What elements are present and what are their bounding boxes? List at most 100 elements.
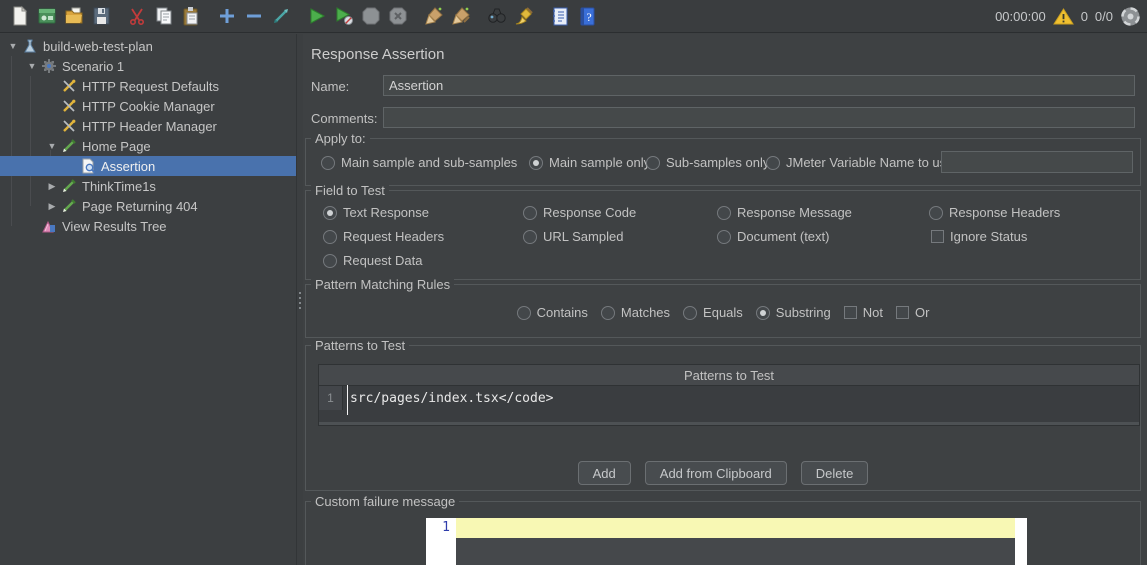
radio-document-text[interactable]: Document (text)	[717, 229, 829, 244]
function-helper-icon[interactable]	[546, 3, 573, 29]
chevron-down-icon[interactable]: ▼	[43, 141, 61, 151]
radio-sub-samples-only[interactable]: Sub-samples only	[646, 155, 769, 170]
radio-url-sampled[interactable]: URL Sampled	[523, 229, 623, 244]
radio-response-message[interactable]: Response Message	[717, 205, 852, 220]
jmeter-variable-name-input[interactable]	[941, 151, 1133, 173]
radio-matches[interactable]: Matches	[601, 305, 670, 320]
editor-text-area[interactable]	[456, 518, 1015, 565]
radio-label: Sub-samples only	[666, 155, 769, 170]
table-scrollbar[interactable]	[319, 422, 1139, 425]
search-icon[interactable]	[483, 3, 510, 29]
tree-item-http-request-defaults[interactable]: HTTP Request Defaults	[0, 76, 296, 96]
tree-item-build-web-test-plan[interactable]: ▼ build-web-test-plan	[0, 36, 296, 56]
chevron-down-icon[interactable]: ▼	[23, 61, 41, 71]
paste-icon[interactable]	[177, 3, 204, 29]
delete-button[interactable]: Delete	[801, 461, 869, 485]
radio-icon[interactable]	[323, 230, 337, 244]
radio-icon[interactable]	[601, 306, 615, 320]
open-file-icon[interactable]	[60, 3, 87, 29]
radio-request-data[interactable]: Request Data	[323, 253, 423, 268]
toggle-icon[interactable]	[267, 3, 294, 29]
save-icon[interactable]	[87, 3, 114, 29]
chevron-right-icon[interactable]: ▶	[43, 201, 61, 212]
tree-item-thinktime1s[interactable]: ▶ ThinkTime1s	[0, 176, 296, 196]
stop-icon[interactable]	[357, 3, 384, 29]
tree-item-label: Assertion	[98, 159, 155, 174]
apply-to-title: Apply to:	[311, 131, 370, 146]
split-pane-divider[interactable]	[296, 34, 303, 565]
checkbox-or[interactable]: Or	[896, 305, 929, 320]
tree-item-http-cookie-manager[interactable]: HTTP Cookie Manager	[0, 96, 296, 116]
radio-response-code[interactable]: Response Code	[523, 205, 636, 220]
radio-icon[interactable]	[717, 206, 731, 220]
radio-contains[interactable]: Contains	[517, 305, 588, 320]
radio-icon[interactable]	[646, 156, 660, 170]
cut-icon[interactable]	[123, 3, 150, 29]
expand-all-icon[interactable]	[213, 3, 240, 29]
radio-icon[interactable]	[683, 306, 697, 320]
clear-icon[interactable]	[420, 3, 447, 29]
radio-equals[interactable]: Equals	[683, 305, 743, 320]
pattern-row[interactable]: 1 src/pages/index.tsx</code>	[319, 386, 1139, 410]
divider-grip[interactable]	[299, 292, 301, 309]
radio-label: URL Sampled	[543, 229, 623, 244]
pattern-cell[interactable]: src/pages/index.tsx</code>	[343, 386, 1139, 410]
checkbox-icon[interactable]	[896, 306, 909, 319]
radio-icon[interactable]	[323, 206, 337, 220]
clear-all-icon[interactable]	[447, 3, 474, 29]
add-button[interactable]: Add	[578, 461, 631, 485]
help-icon[interactable]: ?	[573, 3, 600, 29]
tree-item-label: HTTP Request Defaults	[79, 79, 219, 94]
radio-icon[interactable]	[523, 230, 537, 244]
radio-jmeter-variable-name[interactable]: JMeter Variable Name to use	[766, 155, 953, 170]
collapse-all-icon[interactable]	[240, 3, 267, 29]
editor-scrollbar[interactable]	[1015, 518, 1027, 565]
radio-icon[interactable]	[766, 156, 780, 170]
radio-icon[interactable]	[523, 206, 537, 220]
tree-item-home-page[interactable]: ▼ Home Page	[0, 136, 296, 156]
sampler-icon	[61, 178, 79, 194]
radio-label: Substring	[776, 305, 831, 320]
tree-item-view-results-tree[interactable]: View Results Tree	[0, 216, 296, 236]
new-file-icon[interactable]	[6, 3, 33, 29]
start-icon[interactable]	[303, 3, 330, 29]
patterns-column-header: Patterns to Test	[319, 365, 1139, 386]
radio-icon[interactable]	[756, 306, 770, 320]
radio-label: Request Headers	[343, 229, 444, 244]
reset-search-icon[interactable]	[510, 3, 537, 29]
add-from-clipboard-button[interactable]: Add from Clipboard	[645, 461, 787, 485]
config-element-icon	[61, 98, 79, 114]
radio-icon[interactable]	[321, 156, 335, 170]
radio-main-sample-only[interactable]: Main sample only	[529, 155, 650, 170]
templates-icon[interactable]	[33, 3, 60, 29]
radio-label: Text Response	[343, 205, 429, 220]
tree-item-http-header-manager[interactable]: HTTP Header Manager	[0, 116, 296, 136]
radio-main-sample-and-sub-samples[interactable]: Main sample and sub-samples	[321, 155, 517, 170]
radio-icon[interactable]	[929, 206, 943, 220]
radio-text-response[interactable]: Text Response	[323, 205, 429, 220]
checkbox-icon[interactable]	[844, 306, 857, 319]
custom-failure-message-editor[interactable]: 1	[426, 518, 1027, 565]
shutdown-icon[interactable]	[384, 3, 411, 29]
radio-icon[interactable]	[517, 306, 531, 320]
comments-input[interactable]	[383, 107, 1135, 128]
radio-icon[interactable]	[323, 254, 337, 268]
tree-item-page-returning-404[interactable]: ▶ Page Returning 404	[0, 196, 296, 216]
start-no-timers-icon[interactable]	[330, 3, 357, 29]
radio-icon[interactable]	[529, 156, 543, 170]
chevron-down-icon[interactable]: ▼	[4, 41, 22, 51]
radio-substring[interactable]: Substring	[756, 305, 831, 320]
name-input[interactable]	[383, 75, 1135, 96]
log-warning-icon[interactable]	[1053, 7, 1074, 26]
tree-item-scenario-1[interactable]: ▼ Scenario 1	[0, 56, 296, 76]
checkbox-ignore-status[interactable]: Ignore Status	[931, 229, 1027, 244]
checkbox-not[interactable]: Not	[844, 305, 883, 320]
checkbox-icon[interactable]	[931, 230, 944, 243]
tree-item-assertion[interactable]: Assertion	[0, 156, 296, 176]
radio-response-headers[interactable]: Response Headers	[929, 205, 1060, 220]
row-number: 1	[319, 386, 343, 410]
chevron-right-icon[interactable]: ▶	[43, 181, 61, 192]
radio-request-headers[interactable]: Request Headers	[323, 229, 444, 244]
radio-icon[interactable]	[717, 230, 731, 244]
copy-icon[interactable]	[150, 3, 177, 29]
